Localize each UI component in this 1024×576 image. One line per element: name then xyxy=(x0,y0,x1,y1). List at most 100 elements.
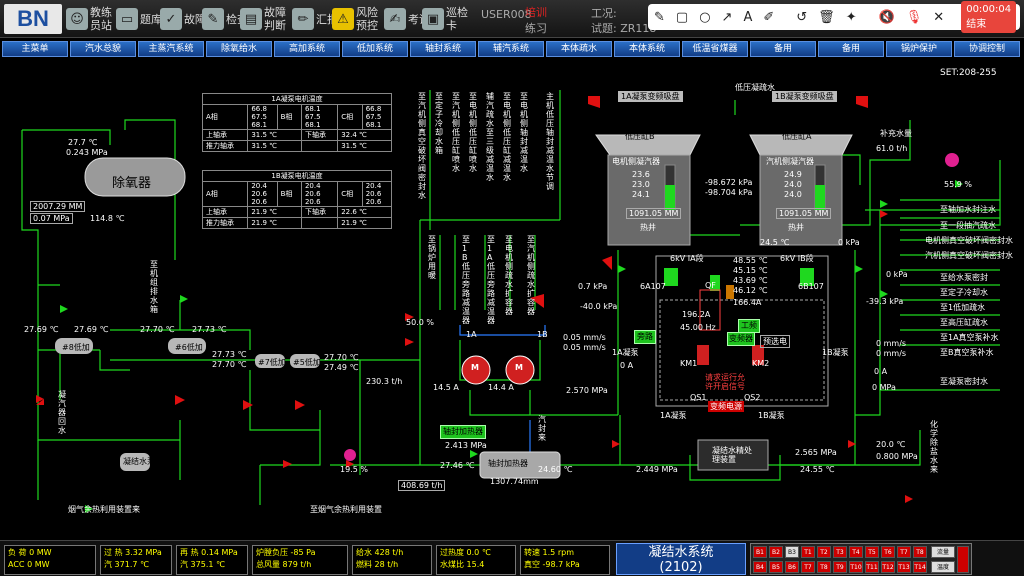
destination-label: 至B真空泵补水 xyxy=(940,348,994,357)
vfd-power-button[interactable]: 变频电源 xyxy=(708,401,744,412)
nav-spare-1[interactable]: 备用 xyxy=(750,41,816,57)
pump-b-vib: 0 mm/s xyxy=(876,339,907,348)
alarm-cell[interactable]: T8 xyxy=(913,546,927,558)
temp-readout: 27.69 ℃ xyxy=(24,325,59,334)
status-value: 428 xyxy=(374,548,390,557)
undo-icon[interactable]: ↺ xyxy=(796,10,807,25)
condenser-b-temp: 24.0 xyxy=(784,190,802,199)
alarm-cell[interactable]: T14 xyxy=(913,561,927,573)
speaker-mute-icon[interactable]: 🔇 xyxy=(879,10,895,25)
nav-hp-heater[interactable]: 高加系统 xyxy=(274,41,340,57)
mic-mute-icon[interactable]: 🎙 xyxy=(906,10,923,25)
alarm-cell[interactable]: B4 xyxy=(753,561,767,573)
lp-cylinder-b: 低压缸B xyxy=(625,132,655,141)
nav-gland[interactable]: 轴封系统 xyxy=(410,41,476,57)
power-frequency-button[interactable]: 工频 xyxy=(738,319,760,333)
pump-b-out: 2.565 MPa xyxy=(795,448,837,457)
fault-judge-button[interactable]: ▤ 故障判断 xyxy=(240,4,288,34)
button-label: 风险预控 xyxy=(356,6,378,32)
system-code: (2102) xyxy=(659,560,703,575)
status-unit: rpm xyxy=(557,548,574,557)
condenser-a-temp: 24.1 xyxy=(632,190,650,199)
alarm-cell[interactable]: T1 xyxy=(801,546,815,558)
condenser-kpa: 0 kPa xyxy=(838,238,860,247)
alarm-cell[interactable]: T12 xyxy=(881,561,895,573)
text-icon[interactable]: A xyxy=(743,10,752,25)
nav-drain[interactable]: 本体疏水 xyxy=(546,41,612,57)
close-icon[interactable]: ✕ xyxy=(933,10,944,25)
alarm-cell[interactable]: B2 xyxy=(769,546,783,558)
gland-heater-button[interactable]: 轴封加热器 xyxy=(440,425,486,439)
nav-deaerator[interactable]: 除氧给水 xyxy=(206,41,272,57)
destination-label: 至1低加疏水 xyxy=(940,303,986,312)
nav-steam-water[interactable]: 汽水总貌 xyxy=(70,41,136,57)
vertical-label: 主机低压轴封减温水节调 xyxy=(546,92,554,191)
alarm-flow-button[interactable]: 流量 xyxy=(931,546,955,558)
alarm-cell[interactable]: T11 xyxy=(865,561,879,573)
trainer-station-button[interactable]: ☺ 教练员站 xyxy=(66,4,114,34)
arrow-icon[interactable]: ↗ xyxy=(722,10,733,25)
alarm-cell[interactable]: T10 xyxy=(849,561,863,573)
question-bank-button[interactable]: ▭ 题库 xyxy=(116,4,164,34)
nav-turbine[interactable]: 本体系统 xyxy=(614,41,680,57)
makeup-label: 补充水量 xyxy=(880,129,912,138)
alarm-cell[interactable]: B3 xyxy=(785,546,799,558)
nav-spare-2[interactable]: 备用 xyxy=(818,41,884,57)
nav-lp-heater[interactable]: 低加系统 xyxy=(342,41,408,57)
pump-a-current-zero: 0 A xyxy=(620,361,634,370)
deaerator-level-mpa: 0.07 MPa xyxy=(30,213,73,224)
alarm-cell[interactable]: T8 xyxy=(817,561,831,573)
rectangle-icon[interactable]: ▢ xyxy=(676,10,688,25)
nav-coordination[interactable]: 协调控制 xyxy=(954,41,1020,57)
alarm-cell[interactable]: B5 xyxy=(769,561,783,573)
record-timer-button[interactable]: 00:00:04 结束 xyxy=(961,1,1017,33)
condensate-diagram: 27.7 ℃ 0.243 MPa 除氧器 2007.29 MM 0.07 MPa… xyxy=(0,60,1024,540)
valve-percent: 19.5 % xyxy=(340,465,368,474)
magic-icon[interactable]: ✦ xyxy=(846,10,857,25)
status-value: -85 xyxy=(290,548,304,557)
phase-label: B相 xyxy=(276,104,302,130)
alarm-cell[interactable]: T2 xyxy=(817,546,831,558)
status-speed: 转速 1.5 rpm 真空 -98.7 kPa xyxy=(520,545,610,575)
patrol-card-button[interactable]: ▣ 巡检卡 xyxy=(422,4,470,34)
status-unit: MPa xyxy=(221,548,238,557)
risk-control-button[interactable]: ⚠ 风险预控 xyxy=(332,4,380,34)
nav-main-steam[interactable]: 主蒸汽系统 xyxy=(138,41,204,57)
vertical-label: 至汽机侧疏水扩容器 xyxy=(527,235,535,316)
alarm-cell[interactable]: B6 xyxy=(785,561,799,573)
alarm-cell[interactable]: T13 xyxy=(897,561,911,573)
pump-a-vib: 0.05 mm/s xyxy=(563,343,606,352)
circle-icon[interactable]: ○ xyxy=(699,10,710,25)
delete-icon[interactable]: 🗑 xyxy=(818,10,835,25)
nav-main-menu[interactable]: 主菜单 xyxy=(2,41,68,57)
pen-icon[interactable]: ✎ xyxy=(654,10,665,25)
vfd-button[interactable]: 变频器 xyxy=(727,332,755,346)
destination-label: 电机侧真空破坏阀密封水 xyxy=(925,236,1013,245)
alarm-temp-button[interactable]: 温度 xyxy=(931,561,955,573)
highlighter-icon[interactable]: ✐ xyxy=(763,10,774,25)
destination-label: 至1A真空泵补水 xyxy=(940,333,999,342)
bypass-button[interactable]: 旁路 xyxy=(634,330,656,344)
alarm-cell[interactable]: T7 xyxy=(801,561,815,573)
status-key: 转速 xyxy=(524,548,540,557)
preselect-button[interactable]: 预选电 xyxy=(760,335,790,348)
status-value: -98.7 xyxy=(542,560,564,569)
nav-economizer[interactable]: 低温省煤器 xyxy=(682,41,748,57)
alarm-cell[interactable]: T9 xyxy=(833,561,847,573)
thrust-label: 推力轴承 xyxy=(201,140,249,152)
alarm-cell[interactable]: T3 xyxy=(833,546,847,558)
heater-7-label: #7低加 xyxy=(258,358,286,367)
status-value: 28 xyxy=(374,560,385,569)
alarm-cell[interactable]: T5 xyxy=(865,546,879,558)
alarm-cell[interactable]: T4 xyxy=(849,546,863,558)
condenser-a-subtitle: 电机侧凝汽器 xyxy=(612,157,660,166)
nav-aux-steam[interactable]: 辅汽系统 xyxy=(478,41,544,57)
fault-button[interactable]: ✓ 故障 xyxy=(160,4,208,34)
vertical-label: 至电机侧低压缸减温水 xyxy=(503,92,511,182)
status-value: 879 xyxy=(282,560,298,569)
alarm-cell[interactable]: T6 xyxy=(881,546,895,558)
status-reheat: 再 热 0.14 MPa 汽 375.1 ℃ xyxy=(176,545,248,575)
alarm-cell[interactable]: B1 xyxy=(753,546,767,558)
alarm-cell[interactable]: T7 xyxy=(897,546,911,558)
nav-boiler-protect[interactable]: 锅炉保护 xyxy=(886,41,952,57)
